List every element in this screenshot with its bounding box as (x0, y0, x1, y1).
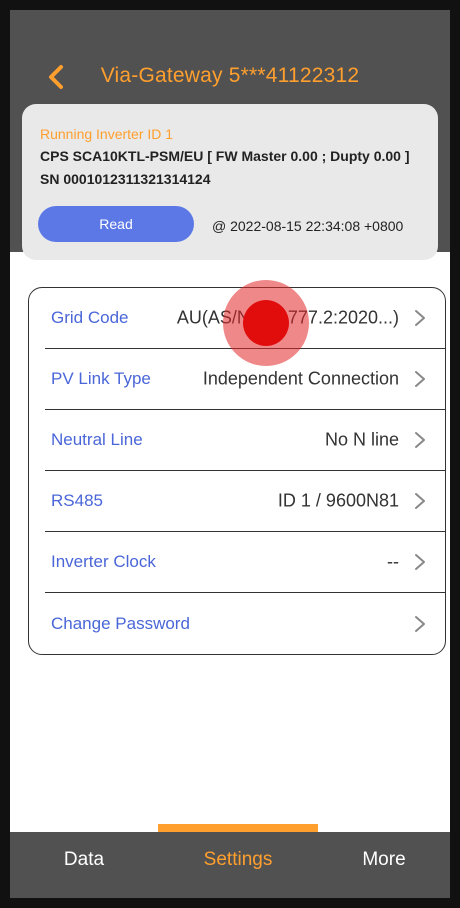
chevron-right-icon (411, 615, 429, 633)
chevron-right-icon (411, 553, 429, 571)
setting-label: PV Link Type (51, 369, 151, 388)
setting-row-rs485[interactable]: RS485 ID 1 / 9600N81 (45, 471, 445, 532)
chevron-right-icon (411, 370, 429, 388)
tab-settings[interactable]: Settings (158, 832, 318, 888)
setting-label: Neutral Line (51, 430, 143, 449)
read-timestamp: @ 2022-08-15 22:34:08 +0800 (212, 218, 404, 234)
page-title: Via-Gateway 5***41122312 (100, 64, 360, 87)
inverter-info-card: Running Inverter ID 1 CPS SCA10KTL-PSM/E… (22, 104, 438, 260)
active-tab-indicator (158, 824, 318, 832)
chevron-right-icon (411, 309, 429, 327)
inverter-serial: SN 0001012311321314124 (40, 171, 211, 187)
setting-value: -- (387, 551, 399, 572)
setting-value: No N line (324, 429, 399, 450)
tab-data[interactable]: Data (10, 832, 158, 888)
bottom-tab-bar: Data Settings More (10, 824, 450, 898)
setting-label: Grid Code (51, 308, 129, 327)
inverter-model: CPS SCA10KTL-PSM/EU [ FW Master 0.00 ; D… (40, 148, 410, 164)
tab-more[interactable]: More (318, 832, 450, 888)
setting-label: Inverter Clock (51, 552, 156, 571)
setting-row-inverter-clock[interactable]: Inverter Clock -- (45, 532, 445, 593)
setting-value: Independent Connection (202, 368, 399, 389)
chevron-right-icon (411, 492, 429, 510)
read-button[interactable]: Read (38, 206, 194, 242)
touch-indicator-dot (243, 300, 289, 346)
setting-label: Change Password (51, 613, 190, 633)
running-inverter-label: Running Inverter ID 1 (40, 126, 174, 142)
setting-value: ID 1 / 9600N81 (277, 490, 399, 511)
chevron-right-icon (411, 431, 429, 449)
setting-row-neutral-line[interactable]: Neutral Line No N line (45, 410, 445, 471)
setting-label: RS485 (51, 491, 103, 510)
setting-row-change-password[interactable]: Change Password (45, 593, 445, 654)
